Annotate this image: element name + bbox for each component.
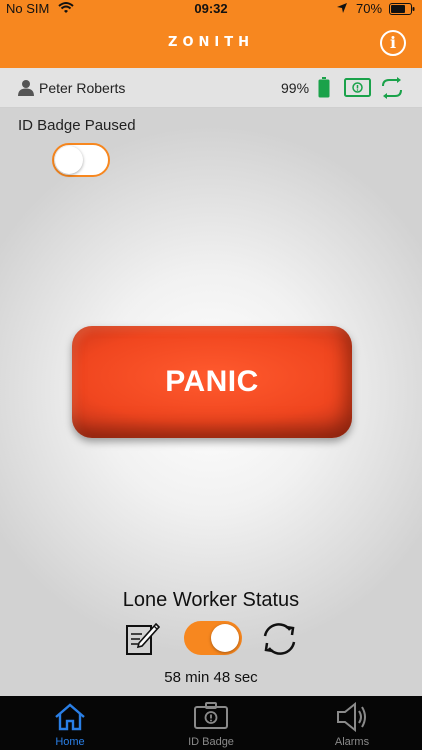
toggle-knob [55, 146, 83, 174]
home-icon [0, 702, 140, 737]
tab-id-badge-label: ID Badge [188, 736, 234, 748]
speaker-icon [282, 701, 422, 737]
tab-alarms-label: Alarms [334, 736, 370, 748]
user-icon [18, 79, 34, 101]
info-button[interactable]: i [380, 30, 406, 56]
tab-alarms[interactable]: Alarms [282, 696, 422, 750]
lone-worker-title: Lone Worker Status [122, 589, 300, 611]
user-bar: Peter Roberts 99% [0, 68, 422, 108]
tab-id-badge[interactable]: ID Badge [141, 696, 281, 750]
main-content: ID Badge Paused PANIC Lone Worker Status… [0, 108, 422, 696]
tab-home-label: Home [55, 736, 85, 748]
tab-home[interactable]: Home [0, 696, 140, 750]
status-bar: No SIM 09:32 70% [0, 0, 422, 18]
zonith-logo: ZONITH [168, 35, 254, 50]
lone-worker-toggle[interactable] [184, 621, 242, 655]
location-arrow-icon [336, 2, 348, 17]
lone-worker-timer: 58 min 48 sec [164, 669, 258, 686]
refresh-icon[interactable] [261, 621, 298, 662]
phone-battery-icon [389, 3, 415, 18]
device-battery-percent: 99% [281, 80, 310, 96]
user-name: Peter Roberts [39, 80, 126, 96]
edit-note-icon[interactable] [124, 621, 161, 662]
id-badge-status-icon [344, 78, 371, 102]
sync-status-icon [380, 77, 404, 104]
tab-bar: Home ID Badge Alarms [0, 696, 422, 750]
app-header: ZONITH i [0, 18, 422, 68]
device-battery-icon [318, 77, 330, 103]
toggle-knob [211, 624, 239, 652]
id-badge-paused-label: ID Badge Paused [18, 117, 136, 134]
id-badge-toggle[interactable] [52, 143, 110, 177]
id-badge-icon [141, 702, 281, 735]
phone-battery-percent: 70% [356, 1, 383, 16]
panic-button[interactable]: PANIC [72, 326, 352, 438]
